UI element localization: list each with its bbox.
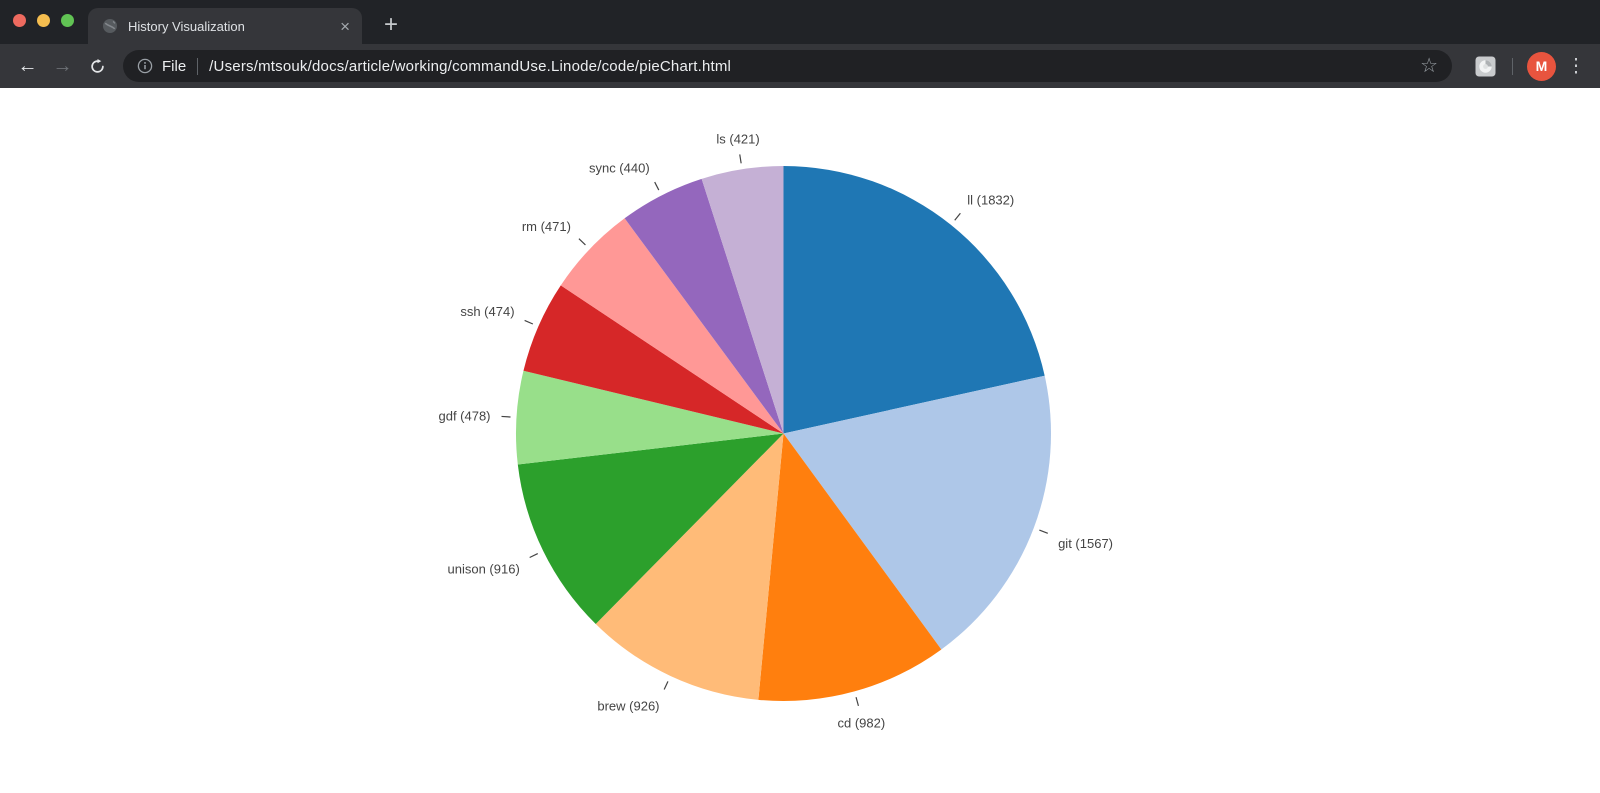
toolbar-divider — [1512, 58, 1513, 75]
pie-label-tick — [655, 182, 659, 190]
reload-icon[interactable] — [80, 49, 115, 83]
pie-label-unison: unison (916) — [448, 561, 520, 576]
pie-label-tick — [1039, 530, 1047, 533]
pie-label-ll: ll (1832) — [967, 193, 1014, 208]
url-divider — [197, 58, 198, 75]
minimize-window-button[interactable] — [37, 14, 50, 27]
tab-close-icon[interactable]: × — [338, 18, 352, 35]
pie-chart: ll (1832) git (1567) cd (982) brew (926) uni… — [0, 88, 1600, 793]
pie-label-sync: sync (440) — [589, 160, 650, 175]
forward-icon[interactable]: → — [45, 49, 80, 83]
pie-label-cd: cd (982) — [838, 715, 886, 730]
pie-label-tick — [856, 697, 858, 706]
pie-label-tick — [502, 416, 511, 417]
pie-label-gdf: gdf (478) — [438, 408, 490, 423]
page-favicon-icon — [102, 18, 118, 34]
new-tab-button[interactable]: + — [376, 11, 406, 39]
pie-label-brew: brew (926) — [597, 699, 659, 714]
pie-label-tick — [579, 239, 586, 245]
bookmark-star-icon[interactable]: ☆ — [1420, 56, 1438, 76]
pie-label-ssh: ssh (474) — [460, 304, 514, 319]
url-text: /Users/mtsouk/docs/article/working/comma… — [209, 58, 1408, 75]
pie-label-ls: ls (421) — [716, 132, 759, 147]
extension-icon[interactable] — [1470, 51, 1500, 81]
tab-strip: History Visualization × + — [0, 0, 1600, 44]
browser-toolbar: ← → File /Users/mtsouk/docs/article/work… — [0, 44, 1600, 88]
pie-label-rm: rm (471) — [522, 219, 571, 234]
window-controls — [13, 14, 74, 27]
url-scheme-label: File — [162, 58, 186, 75]
info-icon[interactable] — [137, 58, 153, 74]
zoom-window-button[interactable] — [61, 14, 74, 27]
menu-kebab-icon[interactable]: ⋮ — [1562, 57, 1590, 76]
browser-window: History Visualization × + ← → File /User… — [0, 0, 1600, 793]
browser-tab[interactable]: History Visualization × — [88, 8, 362, 44]
pie-label-git: git (1567) — [1058, 536, 1113, 551]
address-bar[interactable]: File /Users/mtsouk/docs/article/working/… — [123, 50, 1452, 82]
pie-label-tick — [740, 154, 741, 163]
pie-label-tick — [530, 554, 538, 558]
tab-title: History Visualization — [128, 19, 338, 34]
profile-avatar[interactable]: M — [1527, 52, 1556, 81]
back-icon[interactable]: ← — [10, 49, 45, 83]
pie-label-tick — [955, 213, 961, 220]
close-window-button[interactable] — [13, 14, 26, 27]
pie-label-tick — [664, 681, 668, 689]
pie-label-tick — [525, 320, 533, 324]
page-content: ll (1832) git (1567) cd (982) brew (926) uni… — [0, 88, 1600, 793]
